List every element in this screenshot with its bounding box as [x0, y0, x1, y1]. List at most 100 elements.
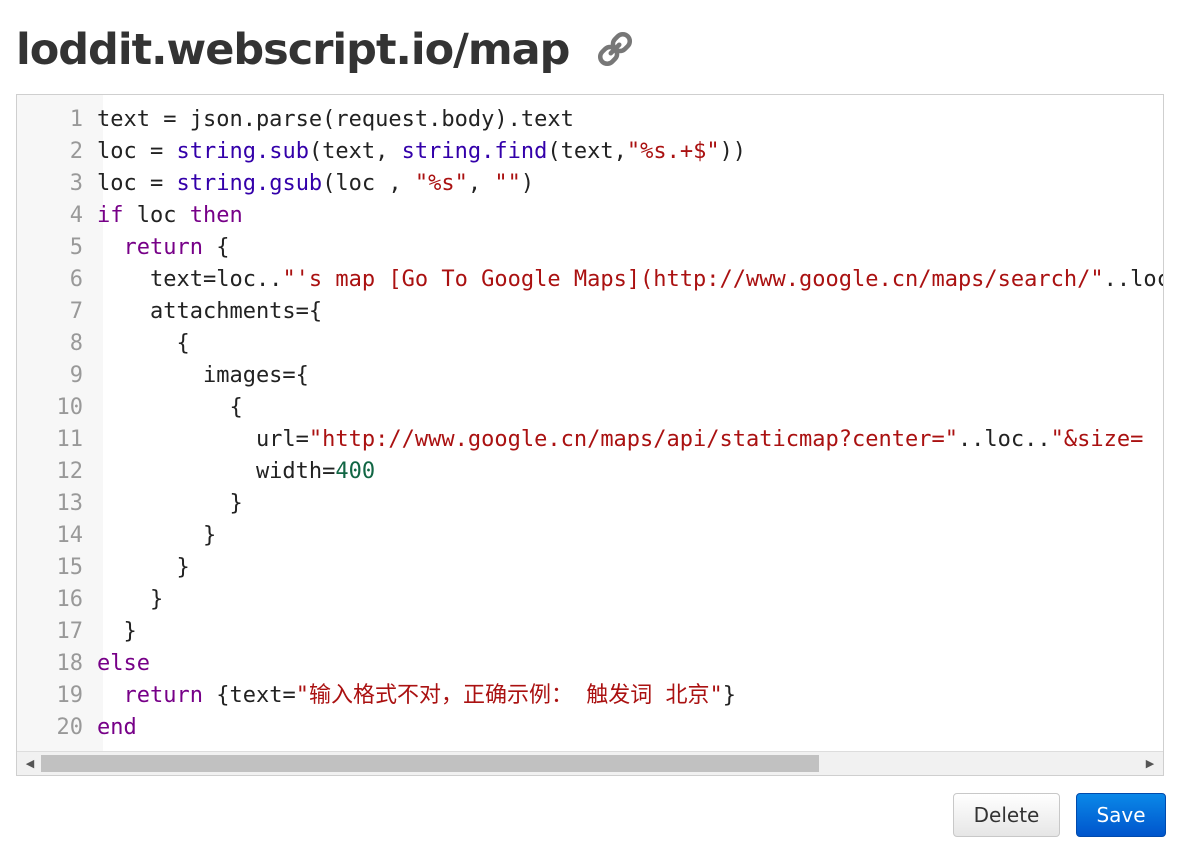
- code-line[interactable]: 9 images={: [17, 360, 1163, 392]
- save-button[interactable]: Save: [1076, 793, 1166, 837]
- code-editor[interactable]: 1 text = json.parse(request.body).text 2 lo…: [16, 94, 1164, 776]
- code-text: }: [97, 616, 137, 648]
- line-number: 20: [56, 715, 84, 740]
- code-line[interactable]: 6 text=loc.."'s map [Go To Google Maps](…: [17, 264, 1163, 296]
- code-line[interactable]: 19 return {text="输入格式不对，正确示例： 触发词 北京"}: [17, 680, 1163, 712]
- code-text: loc = string.gsub(loc , "%s", ""): [97, 168, 534, 200]
- code-text: }: [97, 488, 243, 520]
- line-number: 1: [69, 107, 83, 132]
- line-number: 11: [56, 427, 84, 452]
- code-token: }: [722, 683, 736, 708]
- code-token: images={: [97, 363, 309, 388]
- line-number: 13: [56, 491, 84, 516]
- code-token: loc: [123, 203, 190, 228]
- code-line[interactable]: 16 }: [17, 584, 1163, 616]
- code-token: else: [97, 651, 150, 676]
- code-token: return: [123, 683, 203, 708]
- code-line[interactable]: 1 text = json.parse(request.body).text: [17, 104, 1163, 136]
- code-text: width=400: [97, 456, 375, 488]
- code-token: }: [97, 555, 190, 580]
- code-token: }: [97, 587, 164, 612]
- code-token: (loc ,: [322, 171, 415, 196]
- line-number: 5: [69, 235, 83, 260]
- line-number: 15: [56, 555, 84, 580]
- code-token: attachments={: [97, 299, 323, 324]
- line-number: 18: [56, 651, 84, 676]
- code-line[interactable]: 13 }: [17, 488, 1163, 520]
- code-token: ,: [467, 171, 495, 196]
- code-line[interactable]: 7 attachments={: [17, 296, 1163, 328]
- code-token: ..loc..: [957, 427, 1051, 452]
- code-token: }: [97, 619, 137, 644]
- code-token: {text=: [202, 683, 296, 708]
- code-line[interactable]: 15 }: [17, 552, 1163, 584]
- code-line[interactable]: 3 loc = string.gsub(loc , "%s", ""): [17, 168, 1163, 200]
- code-token: }: [97, 523, 217, 548]
- code-line[interactable]: 17 }: [17, 616, 1163, 648]
- line-number: 9: [69, 363, 83, 388]
- line-number: 10: [56, 395, 84, 420]
- code-text: }: [97, 552, 190, 584]
- code-text: return {: [97, 232, 230, 264]
- code-text: }: [97, 584, 163, 616]
- code-token: return: [123, 235, 203, 260]
- code-token: if: [97, 203, 124, 228]
- code-token: loc =: [97, 171, 177, 196]
- code-token: string.gsub: [176, 171, 323, 196]
- code-line[interactable]: 20 end: [17, 712, 1163, 744]
- code-line[interactable]: 5 return {: [17, 232, 1163, 264]
- scroll-left-icon[interactable]: ◀: [19, 752, 41, 775]
- code-line[interactable]: 11 url="http://www.google.cn/maps/api/st…: [17, 424, 1163, 456]
- code-token: }: [97, 491, 243, 516]
- line-number: 8: [69, 331, 83, 356]
- code-text: return {text="输入格式不对，正确示例： 触发词 北京"}: [97, 680, 736, 712]
- code-text: images={: [97, 360, 309, 392]
- link-icon[interactable]: [595, 27, 635, 67]
- code-token: "http://www.google.cn/maps/api/staticmap…: [308, 427, 958, 452]
- code-token: string.find: [401, 139, 548, 164]
- code-line[interactable]: 4 if loc then: [17, 200, 1163, 232]
- line-number: 6: [69, 267, 83, 292]
- line-number: 2: [69, 139, 83, 164]
- code-token: 400: [335, 459, 376, 484]
- line-number: 7: [69, 299, 83, 324]
- code-area[interactable]: 1 text = json.parse(request.body).text 2 lo…: [17, 104, 1164, 750]
- code-token: width=: [97, 459, 336, 484]
- code-token: )): [719, 139, 747, 164]
- code-line[interactable]: 14 }: [17, 520, 1163, 552]
- line-number: 17: [56, 619, 84, 644]
- scrollbar-thumb[interactable]: [41, 755, 819, 772]
- code-token: "&size=: [1050, 427, 1144, 452]
- code-token: loc =: [97, 139, 177, 164]
- code-text: text = json.parse(request.body).text: [97, 104, 574, 136]
- code-token: "'s map [Go To Google Maps](http://www.g…: [282, 267, 1104, 292]
- code-token: string.sub: [176, 139, 309, 164]
- code-text: attachments={: [97, 296, 322, 328]
- code-text: loc = string.sub(text, string.find(text,…: [97, 136, 746, 168]
- page-header: loddit.webscript.io/map: [16, 22, 635, 78]
- delete-button[interactable]: Delete: [953, 793, 1060, 837]
- code-line[interactable]: 18 else: [17, 648, 1163, 680]
- code-line[interactable]: 10 {: [17, 392, 1163, 424]
- page-title: loddit.webscript.io/map: [16, 25, 570, 75]
- code-token: ): [520, 171, 535, 196]
- code-text: end: [97, 712, 137, 744]
- code-token: (text,: [547, 139, 627, 164]
- scroll-right-icon[interactable]: ▶: [1139, 752, 1161, 775]
- code-text: url="http://www.google.cn/maps/api/stati…: [97, 424, 1143, 456]
- code-line[interactable]: 2 loc = string.sub(text, string.find(text…: [17, 136, 1163, 168]
- line-number: 3: [69, 171, 83, 196]
- line-number: 16: [56, 587, 84, 612]
- code-line[interactable]: 8 {: [17, 328, 1163, 360]
- code-text: else: [97, 648, 150, 680]
- code-line[interactable]: 12 width=400: [17, 456, 1163, 488]
- code-token: {: [97, 395, 243, 420]
- line-number: 14: [56, 523, 84, 548]
- line-number: 4: [69, 203, 83, 228]
- horizontal-scrollbar[interactable]: ◀ ▶: [17, 751, 1163, 775]
- code-text: text=loc.."'s map [Go To Google Maps](ht…: [97, 264, 1163, 296]
- code-token: url=: [97, 427, 309, 452]
- code-token: "%s.+$": [626, 139, 720, 164]
- code-token: "": [494, 171, 521, 196]
